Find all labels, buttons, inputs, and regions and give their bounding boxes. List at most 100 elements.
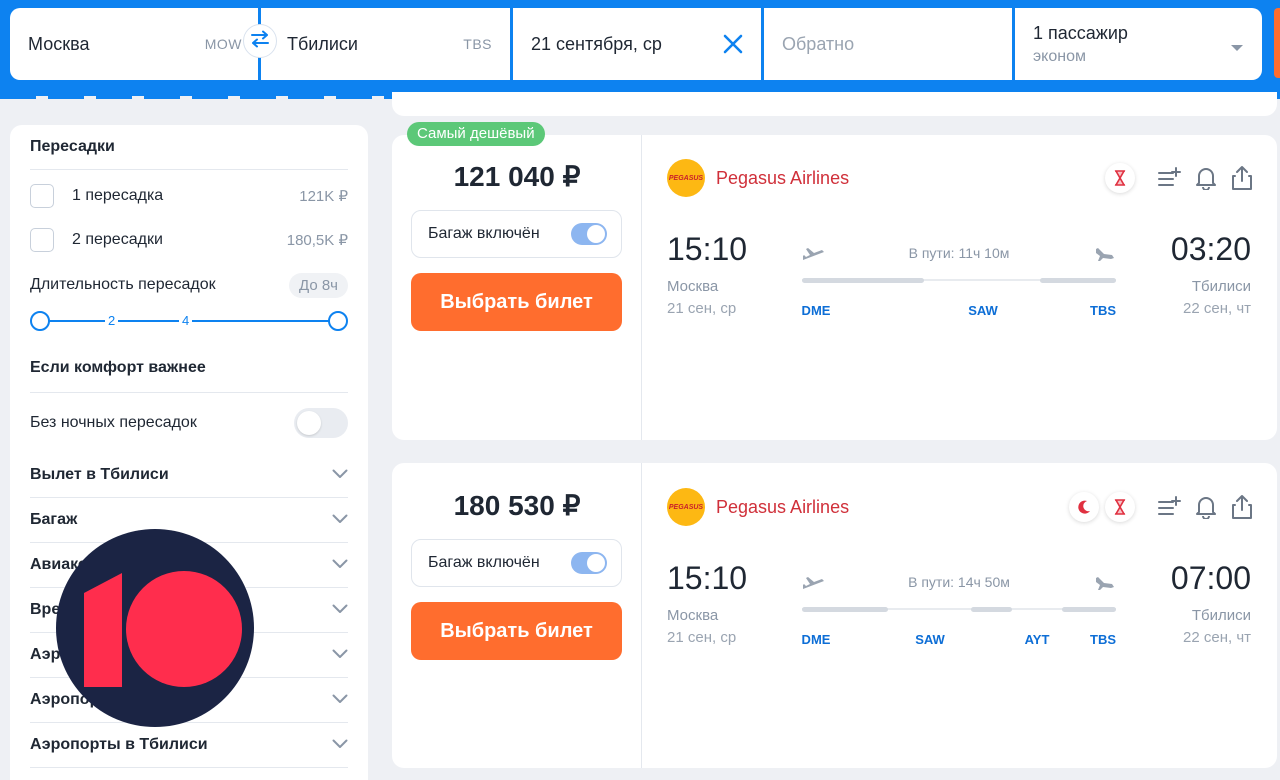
clear-date-icon[interactable] bbox=[721, 32, 745, 56]
bell-icon[interactable] bbox=[1193, 165, 1219, 191]
ticket-card[interactable]: 121 040 ₽ Багаж включён Выбрать билет PE… bbox=[392, 135, 1277, 440]
moon-icon bbox=[1069, 492, 1099, 522]
passengers-count: 1 пассажир bbox=[1033, 22, 1128, 43]
destination-city: Тбилиси bbox=[287, 33, 358, 54]
transfer-label: 1 пересадка bbox=[72, 187, 164, 204]
share-icon[interactable] bbox=[1229, 494, 1255, 520]
departure-date: 21 сен, ср bbox=[667, 300, 737, 317]
baggage-option[interactable]: Багаж включён bbox=[411, 539, 622, 587]
comfort-title: Если комфорт важнее bbox=[30, 359, 206, 376]
route-segment bbox=[1040, 278, 1116, 283]
accordion-title: Вылет в Тбилиси bbox=[30, 466, 169, 483]
ticket-price-panel: 180 530 ₽ Багаж включён Выбрать билет bbox=[392, 463, 642, 768]
checkbox[interactable] bbox=[30, 184, 54, 208]
duration-row: Длительность пересадок До 8ч bbox=[30, 270, 348, 300]
bell-icon[interactable] bbox=[1193, 494, 1219, 520]
return-placeholder: Обратно bbox=[782, 33, 855, 54]
departure-date-field[interactable]: 21 сентября, ср bbox=[513, 8, 761, 80]
airport-code: AYT bbox=[1024, 632, 1050, 647]
transfer-price: 121K ₽ bbox=[299, 188, 348, 205]
slider-max-handle[interactable] bbox=[328, 311, 348, 331]
no-night-row: Без ночных пересадок bbox=[30, 393, 348, 453]
passengers-field[interactable]: 1 пассажир эконом bbox=[1015, 8, 1262, 80]
accordion-title: Багаж bbox=[30, 511, 78, 528]
buy-ticket-button[interactable]: Выбрать билет bbox=[411, 273, 622, 331]
filter-accordion[interactable]: Аэропорты в Тбилиси bbox=[30, 723, 348, 768]
logo-text: PEGASUS bbox=[668, 503, 704, 511]
buy-ticket-button[interactable]: Выбрать билет bbox=[411, 602, 622, 660]
add-to-list-icon[interactable] bbox=[1157, 494, 1183, 520]
hourglass-icon bbox=[1105, 492, 1135, 522]
airport-code: SAW bbox=[968, 303, 998, 318]
logo-text: PEGASUS bbox=[668, 174, 704, 182]
arrival-date: 22 сен, чт bbox=[1183, 300, 1251, 317]
share-icon[interactable] bbox=[1229, 165, 1255, 191]
chevron-down-icon bbox=[332, 736, 348, 754]
destination-field[interactable]: Тбилиси TBS bbox=[261, 8, 510, 80]
no-night-label: Без ночных пересадок bbox=[30, 414, 197, 431]
arrival-city: Тбилиси bbox=[1191, 278, 1251, 295]
arrival-city: Тбилиси bbox=[1191, 607, 1251, 624]
airport-code: DME bbox=[801, 303, 831, 318]
airline-info: PEGASUS Pegasus Airlines bbox=[667, 159, 849, 197]
airline-info: PEGASUS Pegasus Airlines bbox=[667, 488, 849, 526]
airport-code: SAW bbox=[915, 632, 945, 647]
departure-city: Москва bbox=[667, 607, 719, 624]
origin-field[interactable]: Москва MOW bbox=[10, 8, 258, 80]
ticket-card[interactable]: 180 530 ₽ Багаж включён Выбрать билет PE… bbox=[392, 463, 1277, 768]
duration-value: До 8ч bbox=[289, 272, 348, 298]
arrival-date: 22 сен, чт bbox=[1183, 629, 1251, 646]
departure-date: 21 сен, ср bbox=[667, 629, 737, 646]
departure-city: Москва bbox=[667, 278, 719, 295]
duration-slider[interactable]: 2 4 bbox=[30, 306, 348, 336]
previous-card-edge bbox=[392, 92, 1277, 116]
slider-tick: 2 bbox=[105, 313, 119, 328]
baggage-toggle[interactable] bbox=[571, 223, 607, 245]
chevron-down-icon bbox=[332, 691, 348, 709]
baggage-toggle[interactable] bbox=[571, 552, 607, 574]
swap-cities-button[interactable] bbox=[243, 24, 277, 58]
watermark-logo bbox=[56, 529, 254, 727]
airport-code: DME bbox=[801, 632, 831, 647]
transfer-label: 2 пересадки bbox=[72, 231, 163, 248]
departure-time: 15:10 bbox=[667, 560, 748, 596]
chevron-down-icon bbox=[332, 556, 348, 574]
arrival-time: 07:00 bbox=[1170, 560, 1251, 596]
airline-name: Pegasus Airlines bbox=[716, 167, 850, 188]
departure-date: 21 сентября, ср bbox=[531, 33, 662, 54]
transfers-title: Пересадки bbox=[30, 138, 115, 155]
ticket-actions bbox=[1063, 492, 1255, 522]
chevron-down-icon bbox=[332, 466, 348, 484]
comfort-header: Если комфорт важнее bbox=[30, 344, 348, 392]
landing-icon bbox=[1094, 576, 1116, 599]
divider bbox=[30, 169, 348, 170]
search-button-edge[interactable] bbox=[1274, 8, 1280, 78]
add-to-list-icon[interactable] bbox=[1157, 165, 1183, 191]
ticket-price: 121 040 ₽ bbox=[453, 161, 581, 192]
hourglass-icon bbox=[1105, 163, 1135, 193]
duration-label: Длительность пересадок bbox=[30, 276, 216, 293]
airline-name: Pegasus Airlines bbox=[716, 496, 850, 517]
no-night-toggle[interactable] bbox=[294, 408, 348, 438]
cheapest-badge: Самый дешёвый bbox=[407, 122, 545, 146]
baggage-label: Багаж включён bbox=[428, 225, 540, 242]
baggage-option[interactable]: Багаж включён bbox=[411, 210, 622, 258]
chevron-down-icon bbox=[332, 601, 348, 619]
checkbox[interactable] bbox=[30, 228, 54, 252]
landing-icon bbox=[1094, 247, 1116, 270]
chevron-down-icon bbox=[332, 646, 348, 664]
transfer-price: 180,5K ₽ bbox=[286, 232, 348, 249]
transfer-option-1[interactable]: 1 пересадка 121K ₽ bbox=[30, 174, 348, 218]
slider-min-handle[interactable] bbox=[30, 311, 50, 331]
airport-code: TBS bbox=[1090, 303, 1116, 318]
airline-logo: PEGASUS bbox=[667, 488, 705, 526]
route-segment bbox=[802, 278, 924, 283]
transfers-header: Пересадки bbox=[30, 125, 348, 169]
transfer-option-2[interactable]: 2 пересадки 180,5K ₽ bbox=[30, 218, 348, 262]
return-date-field[interactable]: Обратно bbox=[764, 8, 1012, 80]
route-segment bbox=[802, 607, 888, 612]
baggage-label: Багаж включён bbox=[428, 554, 540, 571]
departure-time: 15:10 bbox=[667, 231, 748, 267]
ticket-actions bbox=[1099, 163, 1255, 193]
filter-accordion[interactable]: Вылет в Тбилиси bbox=[30, 453, 348, 498]
